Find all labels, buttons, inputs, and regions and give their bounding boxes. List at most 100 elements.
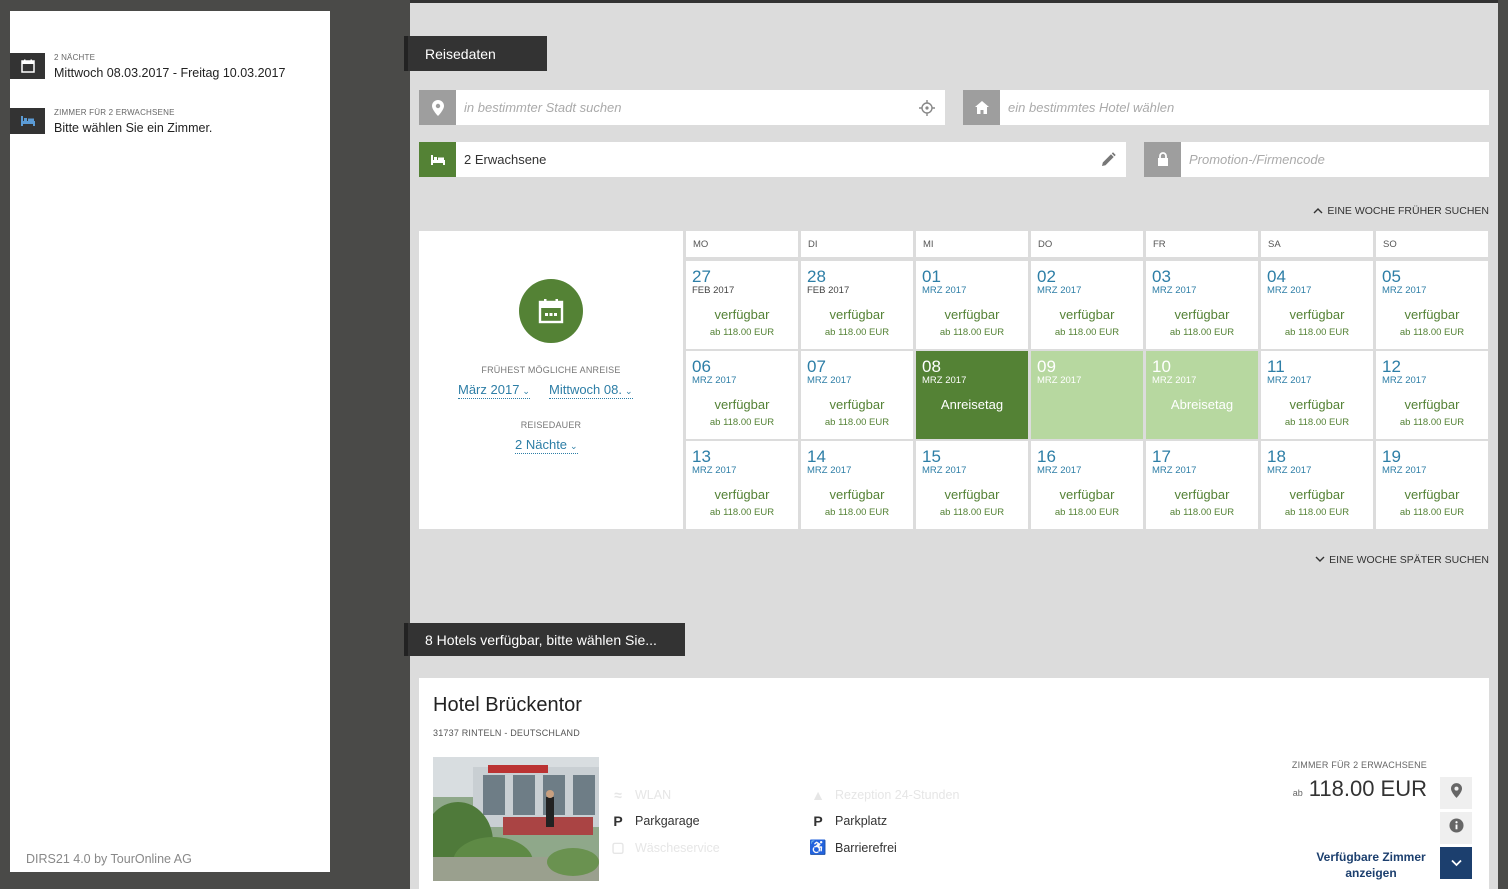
day-status: verfügbar <box>1289 397 1345 412</box>
calendar-day-cell[interactable]: 08 MRZ 2017 Anreisetag <box>916 351 1028 439</box>
promo-code-field[interactable]: Promotion-/Firmencode <box>1144 142 1489 177</box>
day-price: ab 118.00 EUR <box>939 327 1005 338</box>
day-status: verfügbar <box>1174 487 1230 502</box>
section-title-reisedaten: Reisedaten <box>404 36 547 71</box>
earliest-arrival-label: FRÜHEST MÖGLICHE ANREISE <box>481 365 621 375</box>
calendar-day-cell[interactable]: 27 FEB 2017 verfügbar ab 118.00 EUR <box>686 261 798 349</box>
day-status: verfügbar <box>1289 487 1345 502</box>
edit-pencil-icon[interactable] <box>1090 151 1126 168</box>
day-month: MRZ 2017 <box>1152 285 1197 296</box>
promo-code-input[interactable]: Promotion-/Firmencode <box>1181 152 1489 167</box>
amenity-label: Parkgarage <box>635 814 700 828</box>
calendar-day-cell[interactable]: 01 MRZ 2017 verfügbar ab 118.00 EUR <box>916 261 1028 349</box>
calendar-day-cell[interactable]: 06 MRZ 2017 verfügbar ab 118.00 EUR <box>686 351 798 439</box>
guests-value[interactable]: 2 Erwachsene <box>456 152 1090 167</box>
hotel-select-input[interactable]: ein bestimmtes Hotel wählen <box>1000 100 1489 115</box>
calendar-day-cell[interactable]: 04 MRZ 2017 verfügbar ab 118.00 EUR <box>1261 261 1373 349</box>
location-pin-icon <box>1450 783 1462 803</box>
room-label: ZIMMER FÜR 2 ERWACHSENE <box>54 108 175 117</box>
hotel-select-field[interactable]: ein bestimmtes Hotel wählen <box>963 90 1489 125</box>
calendar-day-cell[interactable]: 05 MRZ 2017 verfügbar ab 118.00 EUR <box>1376 261 1488 349</box>
calendar-day-cell[interactable]: 03 MRZ 2017 verfügbar ab 118.00 EUR <box>1146 261 1258 349</box>
parking-icon: P <box>813 813 823 829</box>
calendar-day-cell[interactable]: 28 FEB 2017 verfügbar ab 118.00 EUR <box>801 261 913 349</box>
weekday-header: DO <box>1031 231 1143 257</box>
calendar-day-cell[interactable]: 11 MRZ 2017 verfügbar ab 118.00 EUR <box>1261 351 1373 439</box>
hotel-name[interactable]: Hotel Brückentor <box>433 694 582 717</box>
calendar-day-cell[interactable]: 09 MRZ 2017 <box>1031 351 1143 439</box>
duration-select[interactable]: 2 Nächte ⌄ <box>515 437 578 454</box>
calendar-day-cell[interactable]: 18 MRZ 2017 verfügbar ab 118.00 EUR <box>1261 441 1373 529</box>
duration-label: REISEDAUER <box>520 420 582 430</box>
calendar-day-cell[interactable]: 13 MRZ 2017 verfügbar ab 118.00 EUR <box>686 441 798 529</box>
amenity-item: ▢ Wäscheservice <box>611 839 719 856</box>
day-month: MRZ 2017 <box>1267 465 1312 476</box>
weekday-header: FR <box>1146 231 1258 257</box>
amenity-label: Barrierefrei <box>835 840 897 855</box>
calendar-day-cell[interactable]: 19 MRZ 2017 verfügbar ab 118.00 EUR <box>1376 441 1488 529</box>
calendar-day-cell[interactable]: 02 MRZ 2017 verfügbar ab 118.00 EUR <box>1031 261 1143 349</box>
day-price: ab 118.00 EUR <box>709 327 775 338</box>
day-number: 18 <box>1267 447 1286 466</box>
calendar-day-cell[interactable]: 15 MRZ 2017 verfügbar ab 118.00 EUR <box>916 441 1028 529</box>
calendar-day-cell[interactable]: 12 MRZ 2017 verfügbar ab 118.00 EUR <box>1376 351 1488 439</box>
month-select[interactable]: März 2017 ⌄ <box>458 382 530 399</box>
day-price: ab 118.00 EUR <box>1169 507 1235 518</box>
day-price: ab 118.00 EUR <box>1284 507 1350 518</box>
day-status: verfügbar <box>1404 487 1460 502</box>
day-number: 02 <box>1037 267 1056 286</box>
day-price: ab 118.00 EUR <box>1054 507 1120 518</box>
day-month: MRZ 2017 <box>922 465 967 476</box>
day-number: 14 <box>807 447 826 466</box>
day-number: 07 <box>807 357 826 376</box>
city-search-input[interactable]: in bestimmter Stadt suchen <box>456 100 909 115</box>
hotel-photo[interactable] <box>433 757 599 881</box>
parking-icon: P <box>613 813 623 829</box>
locate-me-icon[interactable] <box>909 99 945 116</box>
day-number: 09 <box>1037 357 1056 376</box>
calendar-day-cell[interactable]: 07 MRZ 2017 verfügbar ab 118.00 EUR <box>801 351 913 439</box>
city-search-field[interactable]: in bestimmter Stadt suchen <box>419 90 945 125</box>
amenity-label: Rezeption 24-Stunden <box>835 788 960 802</box>
day-number: 13 <box>692 447 711 466</box>
amenity-item: ▲ Rezeption 24-Stunden <box>811 787 959 803</box>
day-status: verfügbar <box>829 307 885 322</box>
day-month: MRZ 2017 <box>1152 465 1197 476</box>
day-number: 12 <box>1382 357 1401 376</box>
show-available-rooms-link[interactable]: Verfügbare Zimmer anzeigen <box>1311 849 1431 881</box>
calendar-day-cell[interactable]: 17 MRZ 2017 verfügbar ab 118.00 EUR <box>1146 441 1258 529</box>
expand-rooms-button[interactable] <box>1440 847 1472 879</box>
footer-credit: DIRS21 4.0 by TourOnline AG <box>26 852 192 866</box>
day-select[interactable]: Mittwoch 08. ⌄ <box>549 382 633 399</box>
day-month: MRZ 2017 <box>1267 375 1312 386</box>
earlier-week-link[interactable]: EINE WOCHE FRÜHER SUCHEN <box>1313 205 1489 217</box>
day-month: MRZ 2017 <box>1382 285 1427 296</box>
location-pin-icon <box>419 90 456 125</box>
calendar-day-cell[interactable]: 16 MRZ 2017 verfügbar ab 118.00 EUR <box>1031 441 1143 529</box>
day-number: 05 <box>1382 267 1401 286</box>
day-month: MRZ 2017 <box>1267 285 1312 296</box>
month-select-value: März 2017 <box>458 382 520 397</box>
map-button[interactable] <box>1440 777 1472 809</box>
calendar-day-cell[interactable]: 10 MRZ 2017 Abreisetag <box>1146 351 1258 439</box>
guests-field[interactable]: 2 Erwachsene <box>419 142 1126 177</box>
day-month: MRZ 2017 <box>1037 285 1082 296</box>
day-status: verfügbar <box>1174 307 1230 322</box>
room-prompt: Bitte wählen Sie ein Zimmer. <box>54 121 213 135</box>
day-number: 17 <box>1152 447 1171 466</box>
day-status: Anreisetag <box>940 397 1004 412</box>
chevron-up-icon <box>1313 205 1323 217</box>
day-month: MRZ 2017 <box>1037 375 1082 386</box>
day-status: verfügbar <box>1404 307 1460 322</box>
day-price: ab 118.00 EUR <box>939 507 1005 518</box>
day-price: ab 118.00 EUR <box>824 417 890 428</box>
weekday-header: SA <box>1261 231 1373 257</box>
day-price: ab 118.00 EUR <box>1284 327 1350 338</box>
calendar-day-cell[interactable]: 14 MRZ 2017 verfügbar ab 118.00 EUR <box>801 441 913 529</box>
day-month: MRZ 2017 <box>692 375 737 386</box>
info-button[interactable] <box>1440 812 1472 844</box>
day-number: 16 <box>1037 447 1056 466</box>
later-week-link[interactable]: EINE WOCHE SPÄTER SUCHEN <box>1315 554 1489 566</box>
booking-summary-sidebar: 2 NÄCHTE Mittwoch 08.03.2017 - Freitag 1… <box>10 11 330 872</box>
day-price: ab 118.00 EUR <box>709 417 775 428</box>
